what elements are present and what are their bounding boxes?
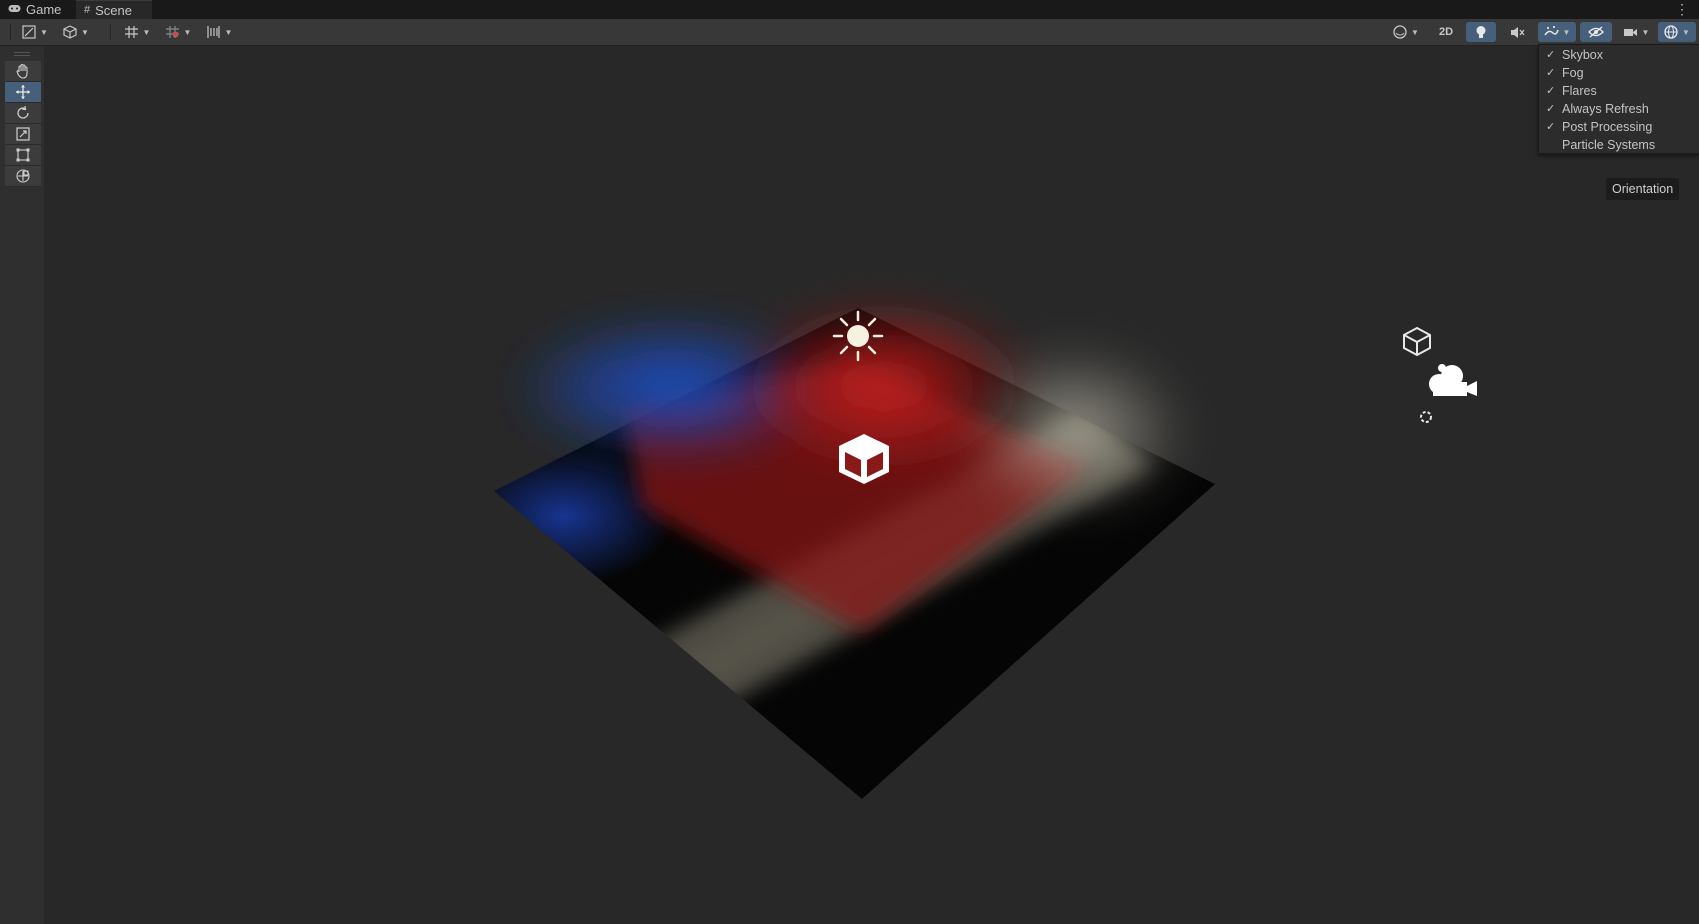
chevron-down-icon: ▼	[81, 27, 89, 37]
toolbar-separator	[110, 24, 111, 40]
directional-light-sun-icon[interactable]	[832, 310, 884, 362]
particle-system-icon[interactable]	[1420, 411, 1432, 423]
grid-snap-icon	[124, 26, 138, 38]
tab-game[interactable]: Game	[8, 0, 61, 19]
chevron-down-icon: ▼	[224, 27, 233, 37]
chevron-down-icon: ▼	[40, 27, 48, 37]
effects-dropdown[interactable]: ▼	[1538, 22, 1576, 42]
chevron-down-icon: ▼	[1411, 27, 1419, 37]
hidden-eye-icon	[1588, 26, 1604, 38]
increment-snap-icon	[165, 26, 179, 38]
checkmark-icon: ✓	[1546, 103, 1556, 115]
menu-item-label: Fog	[1562, 66, 1584, 80]
grid-snapping-dropdown[interactable]: ▼	[118, 22, 156, 42]
move-arrows-icon	[16, 85, 30, 99]
draw-mode-icon	[22, 25, 36, 39]
small-cube-icon[interactable]	[1403, 326, 1431, 357]
increment-snap-dropdown[interactable]: ▼	[159, 22, 197, 42]
effects-icon	[1543, 26, 1559, 36]
menu-item-label: Always Refresh	[1562, 102, 1649, 116]
chevron-down-icon: ▼	[1562, 27, 1571, 37]
lighting-toggle[interactable]	[1466, 22, 1496, 42]
gamepad-icon	[8, 4, 21, 16]
checkmark-icon: ✓	[1546, 121, 1556, 133]
chevron-down-icon: ▼	[1682, 27, 1690, 37]
scale-icon	[16, 127, 30, 141]
menu-item-flares[interactable]: ✓ Flares	[1539, 82, 1699, 100]
align-dropdown[interactable]: ▼	[200, 22, 238, 42]
checkmark-icon: ✓	[1546, 67, 1556, 79]
align-icon	[206, 26, 220, 38]
light-bulb-icon	[1476, 25, 1486, 38]
scene-visibility-toggle[interactable]	[1580, 22, 1612, 42]
chevron-down-icon: ▼	[1641, 27, 1650, 37]
more-options-icon[interactable]: ⋮	[1675, 1, 1689, 18]
chevron-down-icon: ▼	[183, 27, 192, 37]
hand-tool[interactable]	[5, 61, 41, 82]
rect-tool[interactable]	[5, 145, 41, 166]
scale-tool[interactable]	[5, 124, 41, 145]
tab-bar: Game # Scene ⋮	[0, 0, 1699, 19]
menu-item-label: Flares	[1562, 84, 1597, 98]
toolbar-separator	[10, 24, 11, 40]
camera-icon	[1623, 28, 1637, 36]
menu-item-always-refresh[interactable]: ✓ Always Refresh	[1539, 100, 1699, 118]
transform-tool[interactable]	[5, 166, 41, 187]
rotate-tool[interactable]	[5, 103, 41, 124]
orientation-overlay[interactable]: Orientation	[1606, 178, 1680, 200]
scene-toolbar: ▼ ▼ ▼ ▼ ▼ ▼ 2D ▼ ▼ ▼	[0, 19, 1699, 46]
shading-mode-dropdown[interactable]: ▼	[1387, 22, 1425, 42]
gizmos-dropdown[interactable]: ▼	[1658, 22, 1696, 42]
cube-shaded-icon	[63, 25, 77, 39]
tab-scene[interactable]: # Scene	[76, 0, 152, 19]
camera-settings-dropdown[interactable]: ▼	[1617, 22, 1655, 42]
chevron-down-icon: ▼	[142, 27, 151, 37]
checkmark-icon: ✓	[1546, 49, 1556, 61]
menu-item-post-processing[interactable]: ✓ Post Processing	[1539, 118, 1699, 136]
sphere-icon	[1393, 25, 1407, 39]
menu-item-label: Particle Systems	[1562, 138, 1656, 152]
checkmark-icon: ✓	[1546, 85, 1556, 97]
effects-menu: ✓ Skybox ✓ Fog ✓ Flares ✓ Always Refresh…	[1538, 44, 1699, 154]
scene-viewport[interactable]	[44, 46, 1699, 924]
2d-mode-toggle[interactable]: 2D	[1431, 22, 1461, 42]
tools-overlay	[0, 46, 44, 924]
transform-icon	[16, 169, 30, 183]
rect-transform-icon	[16, 148, 30, 162]
draw-mode-dropdown[interactable]: ▼	[17, 22, 53, 42]
gizmo-globe-icon	[1664, 25, 1678, 39]
move-tool[interactable]	[5, 82, 41, 103]
hand-icon	[16, 63, 28, 79]
white-particle-cloud	[959, 346, 1189, 516]
menu-item-skybox[interactable]: ✓ Skybox	[1539, 46, 1699, 64]
tab-scene-label: Scene	[95, 2, 132, 18]
menu-item-label: Post Processing	[1562, 120, 1653, 134]
rotate-icon	[17, 105, 29, 119]
hash-icon: #	[84, 4, 91, 16]
menu-item-fog[interactable]: ✓ Fog	[1539, 64, 1699, 82]
scene-render	[494, 301, 1477, 799]
audio-muted-icon	[1510, 26, 1525, 38]
camera-object-icon[interactable]	[1429, 364, 1477, 396]
menu-item-particle-systems[interactable]: Particle Systems	[1539, 136, 1699, 154]
tab-game-label: Game	[26, 2, 62, 17]
drag-handle[interactable]	[14, 52, 30, 56]
audio-toggle[interactable]	[1502, 22, 1532, 42]
render-mode-dropdown[interactable]: ▼	[58, 22, 94, 42]
menu-item-label: Skybox	[1562, 48, 1603, 62]
